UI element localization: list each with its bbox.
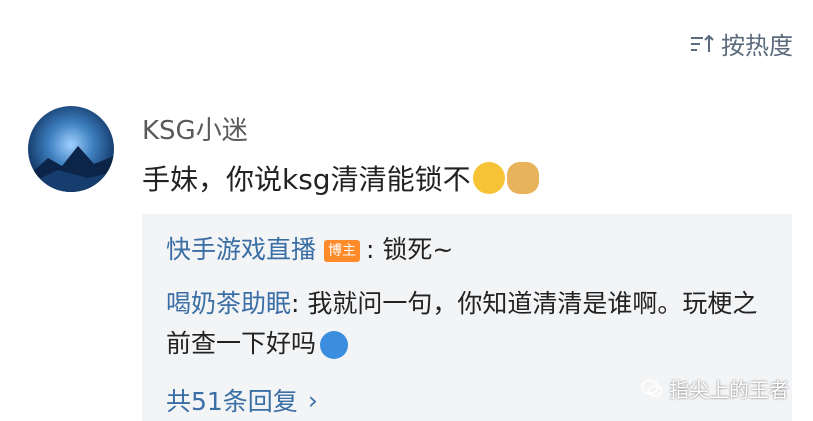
more-replies-label: 共51条回复 (166, 387, 298, 416)
comment-body: 手妹，你说ksg清清能锁不 (142, 158, 539, 198)
doraemon-emoji-icon (320, 331, 349, 359)
view-more-replies-link[interactable]: 共51条回复 › (166, 382, 318, 418)
author-badge: 博主 (324, 240, 361, 262)
comment-username[interactable]: KSG小迷 (142, 110, 248, 147)
doge-emoji-icon (506, 162, 539, 194)
laugh-cry-emoji-icon (472, 162, 505, 194)
reply-text: : 锁死~ (366, 235, 454, 264)
avatar-image (28, 146, 114, 192)
reply-username[interactable]: 快手游戏直播 (166, 235, 316, 264)
sort-by-heat-button[interactable]: 按热度 (689, 26, 793, 61)
sort-label: 按热度 (721, 32, 793, 60)
watermark: 指尖上的王者 (641, 374, 789, 403)
reply-username[interactable]: 喝奶茶助眠 (166, 289, 291, 318)
chevron-right-icon: › (307, 385, 318, 415)
wechat-icon (641, 379, 663, 397)
reply-item: 喝奶茶助眠: 我就问一句，你知道清清是谁啊。玩梗之前查一下好吗 (166, 284, 766, 364)
reply-item: 快手游戏直播 博主: 锁死~ (166, 230, 453, 270)
avatar[interactable] (28, 106, 114, 192)
comment-text: 手妹，你说ksg清清能锁不 (142, 163, 471, 196)
watermark-text: 指尖上的王者 (669, 378, 789, 402)
sort-icon (691, 34, 714, 52)
